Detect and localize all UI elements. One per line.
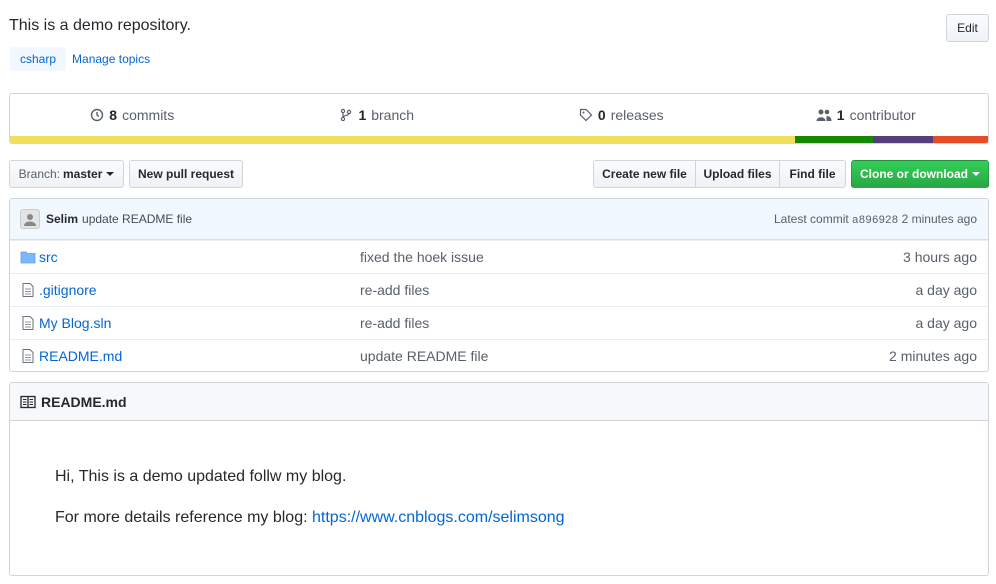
- file-icon: [22, 283, 34, 297]
- branch-select-button[interactable]: Branch: master: [9, 160, 124, 188]
- language-segment[interactable]: [10, 136, 796, 143]
- releases-label: releases: [610, 107, 664, 123]
- commits-label: commits: [122, 107, 175, 123]
- commit-author[interactable]: Selim: [46, 212, 78, 226]
- file-age: a day ago: [915, 315, 978, 331]
- file-age: 2 minutes ago: [889, 348, 977, 364]
- file-age: a day ago: [915, 282, 978, 298]
- file-row: README.md update README file 2 minutes a…: [10, 339, 988, 371]
- branches-count: 1: [358, 107, 367, 123]
- file-commit-message[interactable]: fixed the hoek issue: [360, 249, 484, 265]
- manage-topics-link[interactable]: Manage topics: [72, 52, 150, 66]
- folder-icon: [20, 251, 36, 264]
- releases-link[interactable]: 0 releases: [499, 94, 744, 136]
- blog-link[interactable]: https://www.cnblogs.com/selimsong: [312, 509, 565, 526]
- create-new-file-button[interactable]: Create new file: [593, 160, 696, 188]
- commit-message[interactable]: update README file: [82, 212, 192, 226]
- file-age: 3 hours ago: [903, 249, 977, 265]
- numbers-summary: 8 commits 1 branch 0 releases 1 contribu…: [9, 93, 989, 144]
- language-segment[interactable]: [795, 136, 873, 143]
- commits-count: 8: [109, 107, 118, 123]
- commit-age: 2 minutes ago: [901, 212, 977, 226]
- file-row: src fixed the hoek issue 3 hours ago: [10, 240, 988, 273]
- branch-prefix: Branch:: [18, 167, 60, 181]
- file-icon: [22, 316, 34, 330]
- people-icon: [816, 109, 832, 121]
- find-file-button[interactable]: Find file: [779, 160, 846, 188]
- tag-icon: [579, 108, 593, 122]
- branches-link[interactable]: 1 branch: [255, 94, 500, 136]
- commits-link[interactable]: 8 commits: [10, 94, 255, 136]
- readme-panel: README.md Hi, This is a demo updated fol…: [9, 382, 989, 576]
- repo-description-row: This is a demo repository. Edit: [9, 14, 989, 42]
- file-row: .gitignore re-add files a day ago: [10, 273, 988, 306]
- edit-description-button[interactable]: Edit: [946, 14, 989, 42]
- commit-sha-link[interactable]: a896928: [852, 215, 898, 227]
- repo-description: This is a demo repository.: [9, 17, 191, 34]
- readme-content: Hi, This is a demo updated follw my blog…: [10, 421, 988, 528]
- language-bar[interactable]: [10, 136, 988, 143]
- language-segment[interactable]: [933, 136, 988, 143]
- upload-files-button[interactable]: Upload files: [695, 160, 780, 188]
- contributors-count: 1: [836, 107, 845, 123]
- github-user-icon: [24, 214, 36, 226]
- file-commit-message[interactable]: update README file: [360, 348, 488, 364]
- language-segment[interactable]: [872, 136, 934, 143]
- file-row: My Blog.sln re-add files a day ago: [10, 306, 988, 339]
- file-icon: [22, 349, 34, 363]
- clone-or-download-button[interactable]: Clone or download: [851, 160, 989, 188]
- file-name-link[interactable]: My Blog.sln: [39, 315, 111, 331]
- latest-commit-prefix: Latest commit: [774, 212, 849, 226]
- edit-button-label: Edit: [957, 21, 978, 35]
- avatar[interactable]: [20, 209, 40, 229]
- file-commit-message[interactable]: re-add files: [360, 282, 429, 298]
- file-navigation-toolbar: Branch: master New pull request Create n…: [9, 160, 989, 188]
- topic-tag-csharp[interactable]: csharp: [10, 47, 67, 71]
- contributors-link[interactable]: 1 contributor: [744, 94, 989, 136]
- readme-title: README.md: [41, 393, 127, 410]
- releases-count: 0: [597, 107, 606, 123]
- caret-down-icon: [972, 172, 980, 176]
- readme-paragraph: Hi, This is a demo updated follw my blog…: [55, 468, 347, 485]
- readme-link-prefix: For more details reference my blog:: [55, 509, 312, 526]
- branch-icon: [341, 108, 352, 122]
- file-name-link[interactable]: README.md: [39, 348, 122, 364]
- history-icon: [91, 108, 104, 122]
- caret-down-icon: [106, 172, 115, 176]
- branch-name: master: [63, 167, 103, 181]
- book-icon: [20, 395, 36, 408]
- readme-header: README.md: [10, 383, 988, 421]
- file-name-link[interactable]: .gitignore: [39, 282, 97, 298]
- new-pull-request-button[interactable]: New pull request: [129, 160, 243, 188]
- branches-label: branch: [371, 107, 415, 123]
- clone-label: Clone or download: [860, 167, 968, 181]
- latest-commit-info: Latest commit a896928 2 minutes ago: [774, 212, 977, 227]
- file-name-link[interactable]: src: [39, 249, 58, 265]
- file-list: Selim update README file Latest commit a…: [9, 198, 989, 372]
- file-commit-message[interactable]: re-add files: [360, 315, 429, 331]
- topics-row: csharp Manage topics: [10, 47, 150, 71]
- latest-commit-bar: Selim update README file Latest commit a…: [10, 199, 988, 240]
- readme-paragraph: For more details reference my blog: http…: [55, 507, 943, 528]
- contributors-label: contributor: [849, 107, 916, 123]
